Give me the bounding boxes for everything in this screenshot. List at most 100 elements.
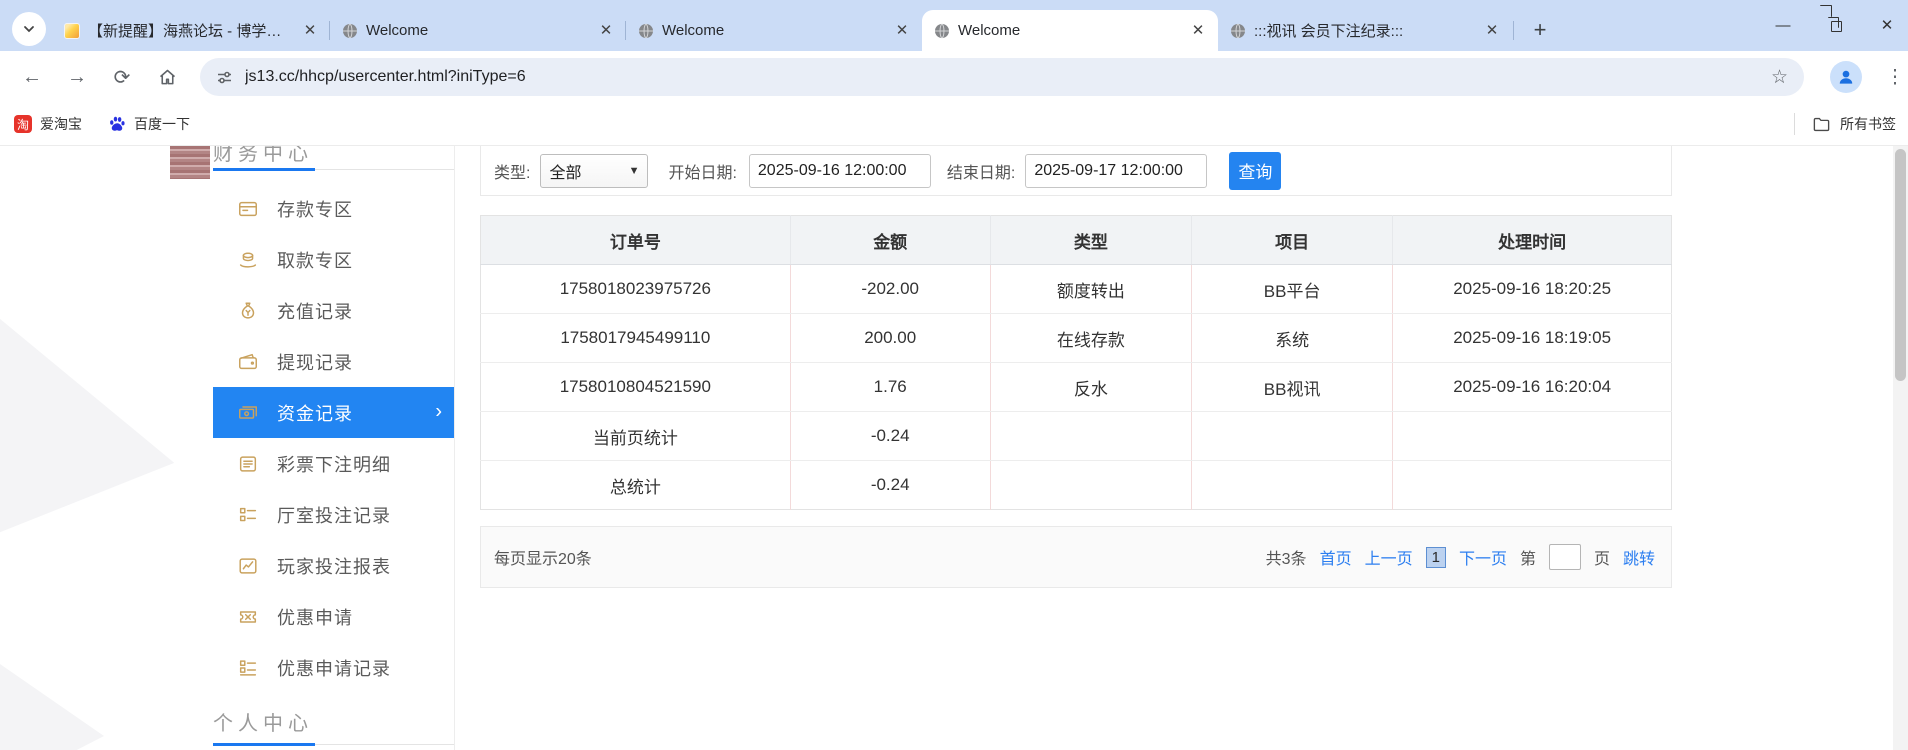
sidebar-item-hall-bet-records[interactable]: 厅室投注记录 — [213, 489, 454, 540]
sidebar-item-withdraw-zone[interactable]: 取款专区 — [213, 234, 454, 285]
new-tab-button[interactable]: + — [1524, 14, 1556, 46]
hall-bet-record-icon — [237, 504, 259, 526]
tab-close-icon[interactable]: ✕ — [892, 21, 912, 41]
jump-action-link[interactable]: 跳转 — [1623, 545, 1655, 569]
tab-welcome-active[interactable]: Welcome ✕ — [922, 10, 1218, 51]
cell-order-no: 1758010804521590 — [480, 362, 791, 412]
withdrawal-wallet-icon — [237, 351, 259, 373]
table-header-row: 订单号 金额 类型 项目 处理时间 — [480, 215, 1672, 265]
first-page-link[interactable]: 首页 — [1320, 545, 1352, 569]
column-header-type: 类型 — [990, 215, 1193, 265]
chevron-down-icon: ▼ — [628, 164, 640, 177]
column-header-amount: 金额 — [790, 215, 991, 265]
sidebar-item-lottery-bet-detail[interactable]: 彩票下注明细 — [213, 438, 454, 489]
tab-search-button[interactable] — [12, 12, 46, 46]
forward-button[interactable]: → — [59, 59, 95, 95]
address-bar[interactable]: js13.cc/hhcp/usercenter.html?iniType=6 ☆ — [200, 58, 1804, 96]
tab-title: Welcome — [662, 22, 725, 39]
sidebar-item-label: 优惠申请 — [277, 607, 353, 628]
bookmarks-divider — [1794, 113, 1795, 135]
sidebar-item-player-bet-report[interactable]: 玩家投注报表 — [213, 540, 454, 591]
table-row-page-subtotal: 当前页统计 -0.24 — [480, 411, 1672, 461]
type-select[interactable]: 全部 ▼ — [540, 153, 649, 188]
table-row: 1758018023975726 -202.00 额度转出 BB平台 2025-… — [480, 264, 1672, 314]
sidebar-section-title-personal: 个人中心 — [213, 713, 313, 735]
bookmark-baidu[interactable]: 百度一下 — [108, 103, 190, 145]
sidebar-item-funds-records[interactable]: 资金记录 › — [213, 387, 454, 438]
cell-empty — [1191, 411, 1394, 461]
promo-record-icon — [237, 657, 259, 679]
tab-close-icon[interactable]: ✕ — [596, 21, 616, 41]
all-bookmarks[interactable]: 所有书签 — [1794, 103, 1896, 145]
cell-type: 在线存款 — [990, 313, 1193, 363]
sidebar-item-label: 优惠申请记录 — [277, 658, 391, 679]
sidebar-item-deposit-zone[interactable]: 存款专区 — [213, 183, 454, 234]
restore-icon — [1827, 17, 1842, 32]
restore-button[interactable] — [1820, 10, 1850, 40]
start-date-input[interactable] — [748, 153, 931, 188]
sidebar-item-promo-apply[interactable]: 优惠申请 — [213, 591, 454, 642]
bookmark-taobao[interactable]: 淘 爱淘宝 — [14, 103, 82, 145]
background-watermark — [0, 646, 104, 750]
person-icon — [1839, 70, 1853, 84]
browser-menu-button[interactable]: ⋮ — [1884, 59, 1906, 95]
site-info-icon[interactable] — [216, 69, 233, 86]
reload-button[interactable]: ⟳ — [104, 59, 140, 95]
sidebar-item-label: 厅室投注记录 — [277, 505, 391, 526]
page-scrollbar[interactable] — [1893, 146, 1908, 750]
lottery-detail-icon — [237, 453, 259, 475]
tab-title: Welcome — [958, 22, 1021, 39]
sidebar-item-label: 充值记录 — [277, 301, 353, 322]
globe-favicon — [638, 23, 654, 39]
prev-page-link[interactable]: 上一页 — [1365, 545, 1413, 569]
tab-title: 【新提醒】海燕论坛 - 博学交流 — [88, 23, 292, 40]
tab-close-icon[interactable]: ✕ — [300, 21, 320, 41]
player-bet-report-icon — [237, 555, 259, 577]
back-button[interactable]: ← — [14, 59, 50, 95]
funds-records-panel: 类型: 全部 ▼ 开始日期: 结束日期: 查询 订单号 金额 类型 — [480, 146, 1672, 588]
bookmark-star-icon[interactable]: ☆ — [1771, 66, 1788, 89]
profile-avatar[interactable] — [1830, 61, 1862, 93]
tab-close-icon[interactable]: ✕ — [1188, 21, 1208, 41]
deposit-card-icon — [237, 198, 259, 220]
tab-welcome-1[interactable]: Welcome ✕ — [330, 10, 626, 51]
table-row: 1758017945499110 200.00 在线存款 系统 2025-09-… — [480, 313, 1672, 363]
sidebar-item-withdrawal-records[interactable]: 提现记录 — [213, 336, 454, 387]
cell-order-no: 1758017945499110 — [480, 313, 791, 363]
home-button[interactable] — [149, 59, 185, 95]
tab-welcome-2[interactable]: Welcome ✕ — [626, 10, 922, 51]
cell-project: BB平台 — [1191, 264, 1394, 314]
tab-betting-records[interactable]: :::视讯 会员下注纪录::: ✕ — [1218, 10, 1512, 51]
finance-sidebar: 财务中心 存款专区 取款专区 充值记录 提现记录 资金记录 › 彩票下注明细 厅… — [213, 146, 455, 750]
url-text[interactable]: js13.cc/hhcp/usercenter.html?iniType=6 — [245, 68, 1771, 86]
funds-record-icon — [237, 402, 259, 424]
tab-title: Welcome — [366, 22, 429, 39]
end-date-input[interactable] — [1025, 153, 1208, 188]
close-window-button[interactable]: ✕ — [1872, 10, 1902, 40]
page-jump-input[interactable] — [1548, 544, 1581, 570]
jump-suffix-label: 页 — [1593, 551, 1610, 568]
recharge-bag-icon — [237, 300, 259, 322]
sidebar-item-recharge-records[interactable]: 充值记录 — [213, 285, 454, 336]
query-button[interactable]: 查询 — [1229, 151, 1282, 190]
minimize-button[interactable]: — — [1768, 10, 1798, 40]
end-date-label: 结束日期: — [946, 164, 1016, 182]
cell-type: 反水 — [990, 362, 1193, 412]
browser-toolbar: ← → ⟳ js13.cc/hhcp/usercenter.html?iniTy… — [0, 51, 1908, 103]
background-watermark — [0, 302, 193, 570]
next-page-link[interactable]: 下一页 — [1459, 545, 1507, 569]
tab-close-icon[interactable]: ✕ — [1482, 21, 1502, 41]
cell-time: 2025-09-16 16:20:04 — [1392, 362, 1672, 412]
tab-title: :::视讯 会员下注纪录::: — [1254, 23, 1404, 40]
start-date-label: 开始日期: — [668, 164, 737, 182]
cell-label: 当前页统计 — [480, 411, 791, 461]
tab-divider — [1513, 21, 1514, 40]
cell-amount: -202.00 — [790, 264, 991, 314]
tab-forum[interactable]: 【新提醒】海燕论坛 - 博学交流 ✕ — [52, 10, 330, 51]
cell-time: 2025-09-16 18:19:05 — [1392, 313, 1672, 363]
taobao-icon: 淘 — [14, 115, 32, 133]
sidebar-item-label: 彩票下注明细 — [277, 454, 391, 475]
scrollbar-thumb[interactable] — [1895, 149, 1906, 381]
sidebar-item-promo-apply-records[interactable]: 优惠申请记录 — [213, 642, 454, 693]
bookmark-label: 爱淘宝 — [40, 116, 82, 132]
